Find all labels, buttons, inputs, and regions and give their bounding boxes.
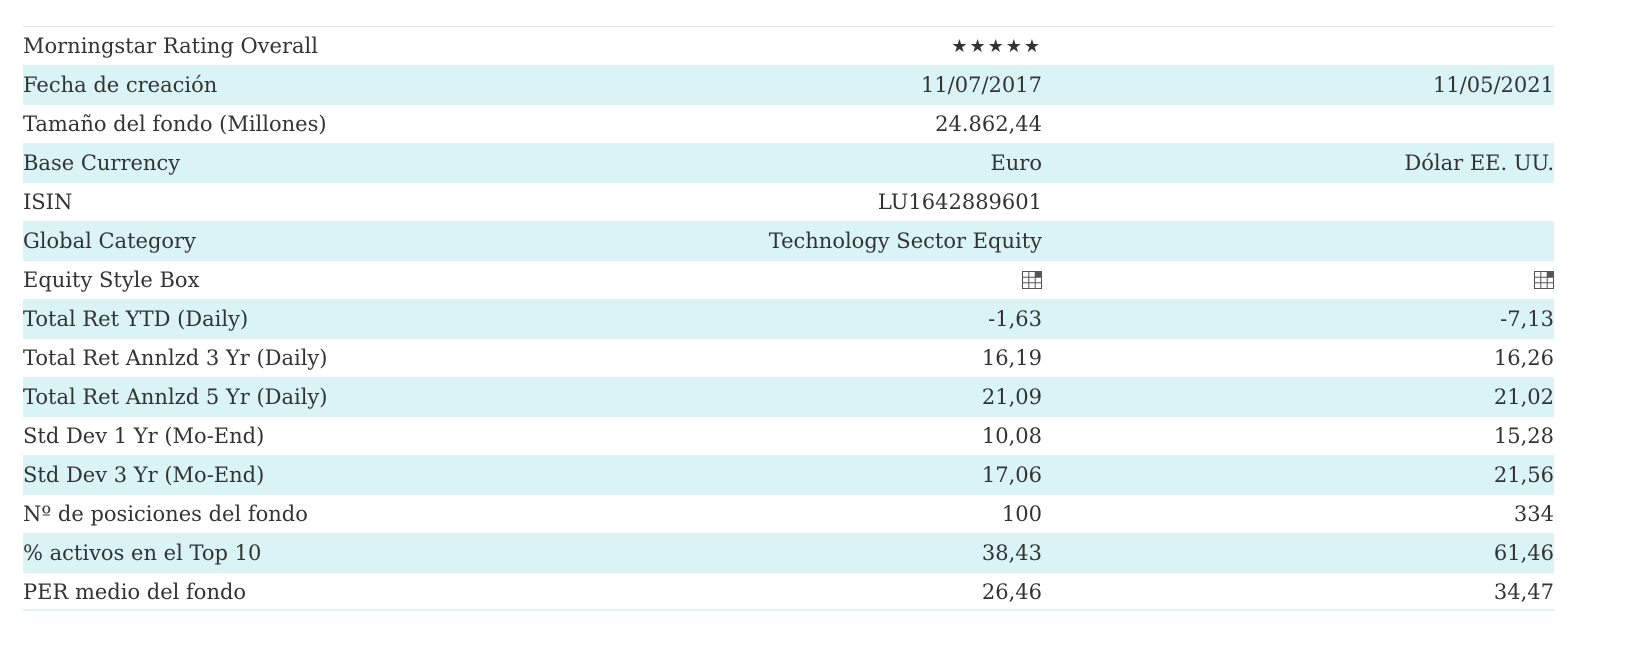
row-value-2: Dólar EE. UU. xyxy=(1404,151,1554,175)
row-value-1: Technology Sector Equity xyxy=(768,229,1042,253)
row-label: Total Ret YTD (Daily) xyxy=(23,307,249,331)
row-value-1: 11/07/2017 xyxy=(920,73,1042,97)
row-value-2: 16,26 xyxy=(1493,346,1554,370)
style-box-1 xyxy=(1022,261,1042,299)
row-label: PER medio del fondo xyxy=(23,580,247,604)
table-row: Std Dev 3 Yr (Mo-End) 17,06 21,56 xyxy=(23,455,1554,495)
table-bottom-border xyxy=(23,609,1554,611)
row-value-2: 34,47 xyxy=(1493,580,1554,604)
row-value-2: 61,46 xyxy=(1493,541,1554,565)
row-label: Fecha de creación xyxy=(23,73,218,97)
row-label: ISIN xyxy=(23,190,73,214)
row-value-1: 16,19 xyxy=(981,346,1042,370)
row-value-2: 21,02 xyxy=(1493,385,1554,409)
row-label: Morningstar Rating Overall xyxy=(23,34,318,58)
table-row: Nº de posiciones del fondo 100 334 xyxy=(23,495,1554,533)
row-value-2: 11/05/2021 xyxy=(1432,73,1554,97)
table-row: Total Ret Annlzd 3 Yr (Daily) 16,19 16,2… xyxy=(23,339,1554,377)
table-row: Equity Style Box xyxy=(23,261,1554,299)
style-box-2 xyxy=(1534,261,1554,299)
table-row: Total Ret Annlzd 5 Yr (Daily) 21,09 21,0… xyxy=(23,377,1554,417)
row-label: Std Dev 3 Yr (Mo-End) xyxy=(23,463,265,487)
table-row: ISIN LU1642889601 xyxy=(23,183,1554,221)
table-row: Fecha de creación 11/07/2017 11/05/2021 xyxy=(23,65,1554,105)
row-value-1: Euro xyxy=(990,151,1042,175)
row-value-2: 21,56 xyxy=(1493,463,1554,487)
table-row: Tamaño del fondo (Millones) 24.862,44 xyxy=(23,105,1554,143)
row-value-1: -1,63 xyxy=(988,307,1042,331)
equity-style-box-icon xyxy=(1022,271,1042,289)
row-label: Std Dev 1 Yr (Mo-End) xyxy=(23,424,265,448)
rating-stars: ★★★★★ xyxy=(951,35,1042,57)
table-row: Base Currency Euro Dólar EE. UU. xyxy=(23,143,1554,183)
table-row: Morningstar Rating Overall ★★★★★ xyxy=(23,27,1554,65)
row-value-2: 15,28 xyxy=(1493,424,1554,448)
fund-comparison-table: Morningstar Rating Overall ★★★★★ Fecha d… xyxy=(23,26,1554,611)
row-value-1: 26,46 xyxy=(981,580,1042,604)
table-row: Total Ret YTD (Daily) -1,63 -7,13 xyxy=(23,299,1554,339)
row-value-1: 38,43 xyxy=(981,541,1042,565)
row-label: Total Ret Annlzd 5 Yr (Daily) xyxy=(23,385,328,409)
row-value-2: 334 xyxy=(1513,502,1554,526)
row-value-1: LU1642889601 xyxy=(877,190,1042,214)
row-label: Base Currency xyxy=(23,151,181,175)
table-row: Std Dev 1 Yr (Mo-End) 10,08 15,28 xyxy=(23,417,1554,455)
row-value-1: 17,06 xyxy=(981,463,1042,487)
row-value-1: 21,09 xyxy=(981,385,1042,409)
row-value-1: 24.862,44 xyxy=(935,112,1042,136)
row-label: Total Ret Annlzd 3 Yr (Daily) xyxy=(23,346,328,370)
table-row: PER medio del fondo 26,46 34,47 xyxy=(23,573,1554,611)
table-row: % activos en el Top 10 38,43 61,46 xyxy=(23,533,1554,573)
row-label: Global Category xyxy=(23,229,196,253)
row-label: Nº de posiciones del fondo xyxy=(23,502,308,526)
row-value-1: 10,08 xyxy=(981,424,1042,448)
equity-style-box-icon xyxy=(1534,271,1554,289)
row-value-1: 100 xyxy=(1001,502,1042,526)
table-row: Global Category Technology Sector Equity xyxy=(23,221,1554,261)
row-label: Tamaño del fondo (Millones) xyxy=(23,112,327,136)
row-value-2: -7,13 xyxy=(1500,307,1554,331)
row-label: % activos en el Top 10 xyxy=(23,541,262,565)
row-label: Equity Style Box xyxy=(23,268,200,292)
